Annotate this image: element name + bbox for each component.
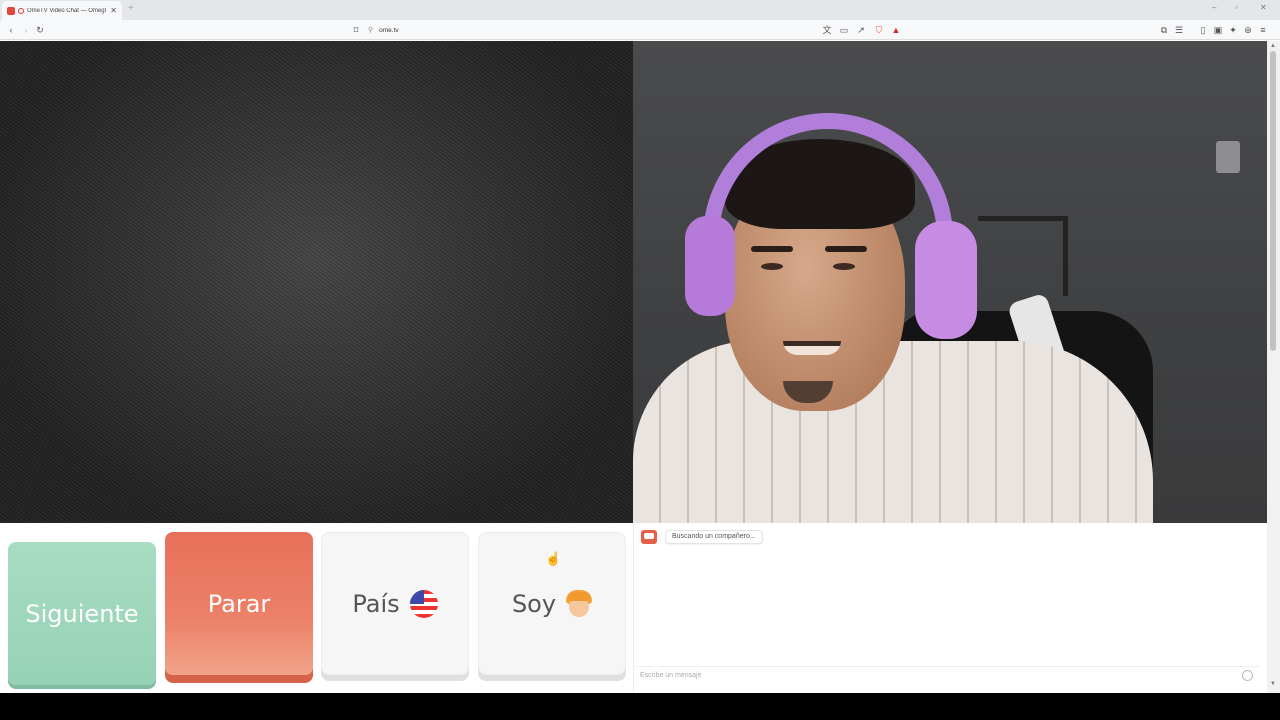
- brave-rewards-icon[interactable]: ▲: [890, 24, 902, 36]
- extensions-icon[interactable]: ⧉: [1158, 24, 1170, 36]
- emoji-picker-icon[interactable]: [1242, 670, 1253, 681]
- menu-icon[interactable]: ≡: [1257, 24, 1269, 36]
- brave-shields-icon[interactable]: ⛉: [873, 24, 885, 36]
- page-scrollbar[interactable]: ▲ ▼: [1267, 41, 1280, 693]
- headphones-left-cup: [685, 216, 735, 316]
- leo-ai-icon[interactable]: ✦: [1227, 24, 1239, 36]
- shelf: [978, 216, 1068, 296]
- tab-ometv[interactable]: OmeTV Video Chat — Omegl ✕: [2, 1, 122, 20]
- person-shirt: [633, 341, 1153, 523]
- message-input[interactable]: Escribe un mensaje: [634, 666, 1259, 686]
- recording-icon: [18, 7, 24, 14]
- partner-video: [0, 41, 633, 523]
- next-button[interactable]: Siguiente: [8, 542, 156, 685]
- new-tab-button[interactable]: +: [128, 3, 134, 14]
- status-message: Buscando un compañero...: [665, 530, 763, 544]
- headphones-right-cup: [915, 221, 977, 339]
- scroll-thumb[interactable]: [1270, 51, 1276, 351]
- tab-title: OmeTV Video Chat — Omegl: [27, 7, 106, 14]
- ometv-logo-icon: [641, 530, 657, 544]
- hand-cursor-icon: ☝: [545, 551, 562, 566]
- person-brow-right: [825, 246, 867, 252]
- chat-panel: Buscando un compañero... Escribe un mens…: [633, 523, 1267, 693]
- minimize-button[interactable]: –: [1212, 3, 1216, 12]
- sidebar-icon[interactable]: ▯: [1197, 24, 1209, 36]
- wall-outlet: [1216, 141, 1240, 173]
- taskbar-area: [0, 693, 1280, 720]
- reading-list-icon[interactable]: ☰: [1173, 24, 1185, 36]
- person-eye-left: [761, 263, 783, 270]
- person-mouth: [783, 341, 841, 355]
- country-button[interactable]: País: [321, 532, 469, 675]
- scroll-down-icon[interactable]: ▼: [1270, 681, 1276, 687]
- headphones-band: [703, 113, 953, 243]
- bookmark-icon[interactable]: ⌑: [350, 24, 362, 36]
- stop-button[interactable]: Parar: [165, 532, 313, 675]
- share-icon[interactable]: ↗: [855, 24, 867, 36]
- chat-controls: Siguiente Parar País Soy: [0, 523, 633, 693]
- country-label: País: [352, 589, 400, 618]
- reload-icon[interactable]: ↻: [34, 24, 46, 36]
- self-video: [633, 41, 1267, 523]
- browser-toolbar: ‹ › ↻ ⌑ ⚲ ome.tv 文 ▭ ↗ ⛉ ▲ ⧉ ☰ ▯ ▣ ✦ ⊛ ≡: [0, 20, 1280, 40]
- maximize-button[interactable]: ▫: [1235, 3, 1238, 12]
- translate-icon[interactable]: 文: [821, 24, 833, 36]
- next-label: Siguiente: [25, 599, 139, 628]
- person-eye-right: [833, 263, 855, 270]
- site-info-icon[interactable]: ⚲: [368, 26, 373, 34]
- us-flag-icon: [409, 589, 438, 618]
- close-tab-icon[interactable]: ✕: [110, 6, 117, 15]
- vpn-icon[interactable]: ⊛: [1242, 24, 1254, 36]
- gender-label: Soy: [511, 589, 557, 618]
- forward-icon[interactable]: ›: [20, 24, 32, 36]
- back-icon[interactable]: ‹: [5, 24, 17, 36]
- wallet-icon[interactable]: ▣: [1212, 24, 1224, 36]
- tab-strip: OmeTV Video Chat — Omegl ✕ + – ▫ ✕: [0, 0, 1280, 20]
- stop-label: Parar: [207, 589, 271, 618]
- scroll-up-icon[interactable]: ▲: [1270, 43, 1276, 49]
- url-text: ome.tv: [379, 26, 399, 34]
- person-brow-left: [751, 246, 793, 252]
- ometv-favicon-icon: [7, 6, 15, 15]
- boy-emoji-icon: [566, 589, 593, 618]
- close-window-button[interactable]: ✕: [1260, 3, 1267, 12]
- browser-window: OmeTV Video Chat — Omegl ✕ + – ▫ ✕ ‹ › ↻…: [0, 0, 1280, 720]
- cast-icon[interactable]: ▭: [838, 24, 850, 36]
